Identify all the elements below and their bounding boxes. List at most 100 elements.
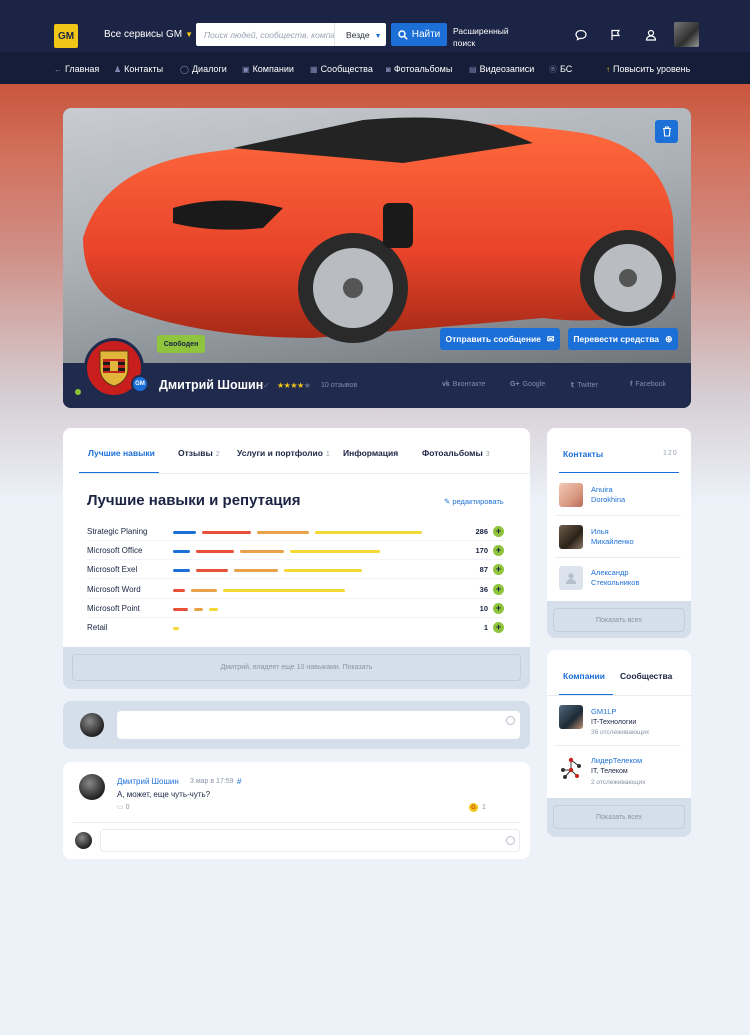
contacts-title[interactable]: Контакты bbox=[563, 449, 603, 459]
endorse-skill-button[interactable]: + bbox=[493, 526, 504, 537]
tab-photo-albums[interactable]: Фотоальбомы 3 bbox=[422, 448, 490, 458]
skill-bar-segment bbox=[173, 569, 190, 572]
contact-name[interactable]: Anuira Dorokhina bbox=[591, 485, 625, 505]
messages-icon[interactable] bbox=[569, 23, 593, 47]
post-permalink[interactable]: # bbox=[237, 777, 241, 786]
post-author-avatar[interactable] bbox=[79, 774, 105, 800]
endorse-skill-button[interactable]: + bbox=[493, 545, 504, 556]
contact-last: Михайленко bbox=[591, 537, 634, 546]
briefcase-icon: ▣ bbox=[242, 65, 250, 74]
nav-item-home[interactable]: ← Главная bbox=[54, 64, 99, 74]
nav-label: Главная bbox=[65, 64, 100, 74]
delete-cover-button[interactable] bbox=[655, 120, 678, 143]
companies-tab-indicator bbox=[559, 694, 613, 695]
google-icon: G+ bbox=[510, 381, 520, 388]
edit-skills-link[interactable]: ✎ редактировать bbox=[444, 497, 504, 506]
search-input[interactable]: Поиск людей, сообществ, компаний, товаро… bbox=[196, 23, 334, 46]
company-logo[interactable] bbox=[559, 756, 583, 780]
nav-item-dialogs[interactable]: ◯ Диалоги bbox=[180, 64, 227, 74]
skill-bar-segment bbox=[173, 531, 196, 534]
social-vk[interactable]: vk Вконтакте bbox=[442, 381, 486, 388]
nav-label: Фотоальбомы bbox=[393, 64, 453, 74]
search-button[interactable]: Найти bbox=[391, 23, 447, 46]
nav-item-contacts[interactable]: ♟ Контакты bbox=[114, 64, 163, 74]
skill-name: Strategic Planing bbox=[87, 527, 148, 536]
endorse-skill-button[interactable]: + bbox=[493, 603, 504, 614]
comment-input[interactable] bbox=[100, 829, 520, 852]
skill-bar-segment bbox=[173, 589, 185, 592]
video-icon: ▤ bbox=[469, 65, 477, 74]
post-like-button[interactable]: G1 bbox=[469, 803, 486, 812]
send-message-label: Отправить сообщение bbox=[445, 334, 541, 344]
advanced-search-link[interactable]: Расширенный поиск bbox=[453, 25, 513, 49]
company-logo[interactable] bbox=[559, 705, 583, 729]
tab-services[interactable]: Услуги и портфолио 1 bbox=[237, 448, 330, 458]
skill-score: 87 bbox=[479, 565, 488, 574]
show-more-skills-button[interactable]: Дмитрий, владеет еще 10 навыками. Показа… bbox=[72, 654, 521, 681]
skill-bar-segment bbox=[191, 589, 217, 592]
contact-first: Александр bbox=[591, 568, 629, 577]
nav-item-bs[interactable]: Ⓑ БС bbox=[549, 64, 572, 75]
skill-score: 286 bbox=[475, 527, 488, 536]
show-all-contacts-button[interactable]: Показать всех bbox=[553, 608, 685, 632]
contact-name[interactable]: Александр Стекольников bbox=[591, 568, 639, 588]
contact-name[interactable]: Илья Михайленко bbox=[591, 527, 634, 547]
comment-count: 0 bbox=[125, 804, 130, 811]
company-name[interactable]: ЛидерТелеком bbox=[591, 756, 642, 766]
post-comments-button[interactable]: ▭ 0 bbox=[117, 803, 129, 811]
tab-companies[interactable]: Компании bbox=[563, 671, 605, 681]
nav-label: Контакты bbox=[124, 64, 164, 74]
skill-bar-segment bbox=[315, 531, 422, 534]
skills-title: Лучшие навыки и репутация bbox=[87, 492, 301, 509]
endorse-skill-button[interactable]: + bbox=[493, 584, 504, 595]
user-icon[interactable] bbox=[639, 23, 663, 47]
contact-avatar[interactable] bbox=[559, 566, 583, 590]
tab-reviews[interactable]: Отзывы 2 bbox=[178, 448, 220, 458]
tab-best-skills[interactable]: Лучшие навыки bbox=[88, 448, 155, 458]
transfer-funds-button[interactable]: Перевести средства ⊕ bbox=[568, 328, 678, 350]
social-facebook[interactable]: f Facebook bbox=[630, 381, 666, 388]
company-name[interactable]: GM1LP bbox=[591, 707, 616, 717]
post-author[interactable]: Дмитрий Шошин bbox=[117, 777, 179, 786]
nav-item-communities[interactable]: ▦ Сообщества bbox=[310, 64, 373, 74]
company-category: IT, Телеком bbox=[591, 768, 628, 775]
user-placeholder-icon bbox=[566, 573, 576, 584]
services-dropdown[interactable]: Все сервисы GM ▼ bbox=[104, 29, 193, 40]
endorse-skill-button[interactable]: + bbox=[493, 622, 504, 633]
tab-label: Услуги и портфолио bbox=[237, 448, 323, 458]
companies-tabs-divider bbox=[547, 695, 691, 696]
emoji-icon[interactable] bbox=[506, 716, 515, 725]
nav-item-videos[interactable]: ▤ Видеозаписи bbox=[469, 64, 534, 74]
emoji-icon[interactable] bbox=[506, 836, 515, 845]
endorse-skill-button[interactable]: + bbox=[493, 564, 504, 575]
vk-icon: vk bbox=[442, 381, 450, 388]
reviews-link[interactable]: 10 отзывов bbox=[321, 382, 357, 389]
post-text: А, может, еще чуть-чуть? bbox=[117, 790, 211, 799]
skill-score: 1 bbox=[483, 623, 488, 632]
gm-logo[interactable]: GM bbox=[54, 24, 78, 48]
post-input[interactable] bbox=[117, 711, 520, 739]
send-message-button[interactable]: Отправить сообщение ✉ bbox=[440, 328, 560, 350]
contact-avatar[interactable] bbox=[559, 483, 583, 507]
tab-communities[interactable]: Сообщества bbox=[620, 671, 672, 681]
crest-icon bbox=[99, 350, 129, 387]
show-all-companies-button[interactable]: Показать всех bbox=[553, 805, 685, 829]
social-label: Google bbox=[522, 381, 546, 388]
skill-divider bbox=[87, 598, 504, 599]
upgrade-level-link[interactable]: ↑ Повысить уровень bbox=[606, 64, 690, 74]
tab-info[interactable]: Информация bbox=[343, 448, 398, 458]
user-avatar[interactable] bbox=[674, 22, 699, 47]
company-followers: 2 отслеживающих bbox=[591, 779, 646, 786]
edit-label: редактировать bbox=[452, 497, 504, 506]
nav-item-companies[interactable]: ▣ Компании bbox=[242, 64, 294, 74]
contact-divider bbox=[555, 557, 681, 558]
contacts-count: 120 bbox=[663, 450, 678, 457]
search-scope-select[interactable]: Везде ▼ bbox=[334, 23, 386, 46]
contact-avatar[interactable] bbox=[559, 525, 583, 549]
skill-bar bbox=[173, 569, 463, 572]
social-twitter[interactable]: 𝕥 Twitter bbox=[571, 381, 598, 389]
nav-label: БС bbox=[560, 64, 573, 74]
flag-icon[interactable] bbox=[604, 23, 628, 47]
nav-item-photos[interactable]: ◙ Фотоальбомы bbox=[386, 64, 452, 74]
social-google[interactable]: G+ Google bbox=[510, 381, 545, 388]
